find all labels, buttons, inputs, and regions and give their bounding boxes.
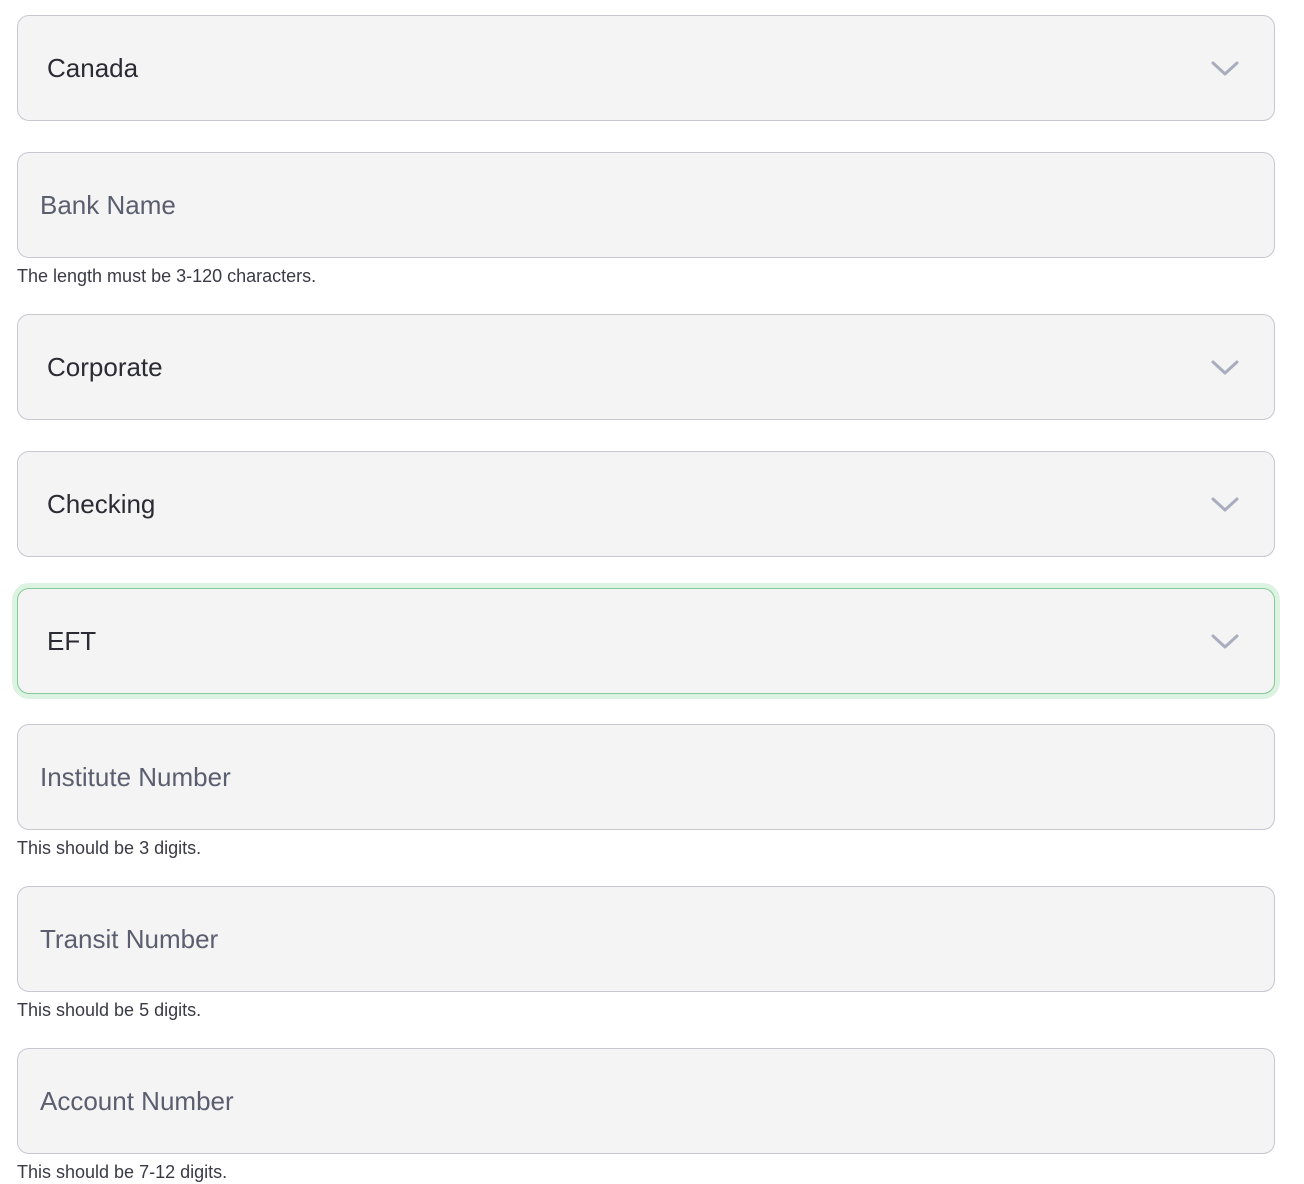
account-number-help-text: This should be 7-12 digits. — [17, 1162, 228, 1182]
chevron-down-icon — [1210, 495, 1240, 513]
bank-account-form: Canada The length must be 3-120 characte… — [0, 0, 1304, 1184]
account-holder-type-value: Corporate — [47, 351, 163, 382]
institute-number-field — [17, 724, 1275, 830]
bank-name-field — [17, 152, 1275, 258]
account-type-select[interactable]: Checking — [17, 451, 1275, 557]
country-select-value: Canada — [47, 52, 139, 83]
account-type-value: Checking — [47, 488, 156, 519]
transfer-method-value: EFT — [47, 625, 97, 656]
transfer-method-select[interactable]: EFT — [17, 588, 1275, 694]
country-select[interactable]: Canada — [17, 15, 1275, 121]
chevron-down-icon — [1210, 358, 1240, 376]
transit-number-input[interactable] — [18, 887, 1274, 991]
transit-number-field — [17, 886, 1275, 992]
institute-number-help-text: This should be 3 digits. — [17, 838, 202, 858]
transit-number-help-text: This should be 5 digits. — [17, 1000, 202, 1020]
account-holder-type-select[interactable]: Corporate — [17, 314, 1275, 420]
bank-name-input[interactable] — [18, 153, 1274, 257]
bank-name-help-text: The length must be 3-120 characters. — [17, 266, 317, 286]
account-number-input[interactable] — [18, 1049, 1274, 1153]
chevron-down-icon — [1210, 632, 1240, 650]
institute-number-input[interactable] — [18, 725, 1274, 829]
chevron-down-icon — [1210, 59, 1240, 77]
account-number-field — [17, 1048, 1275, 1154]
